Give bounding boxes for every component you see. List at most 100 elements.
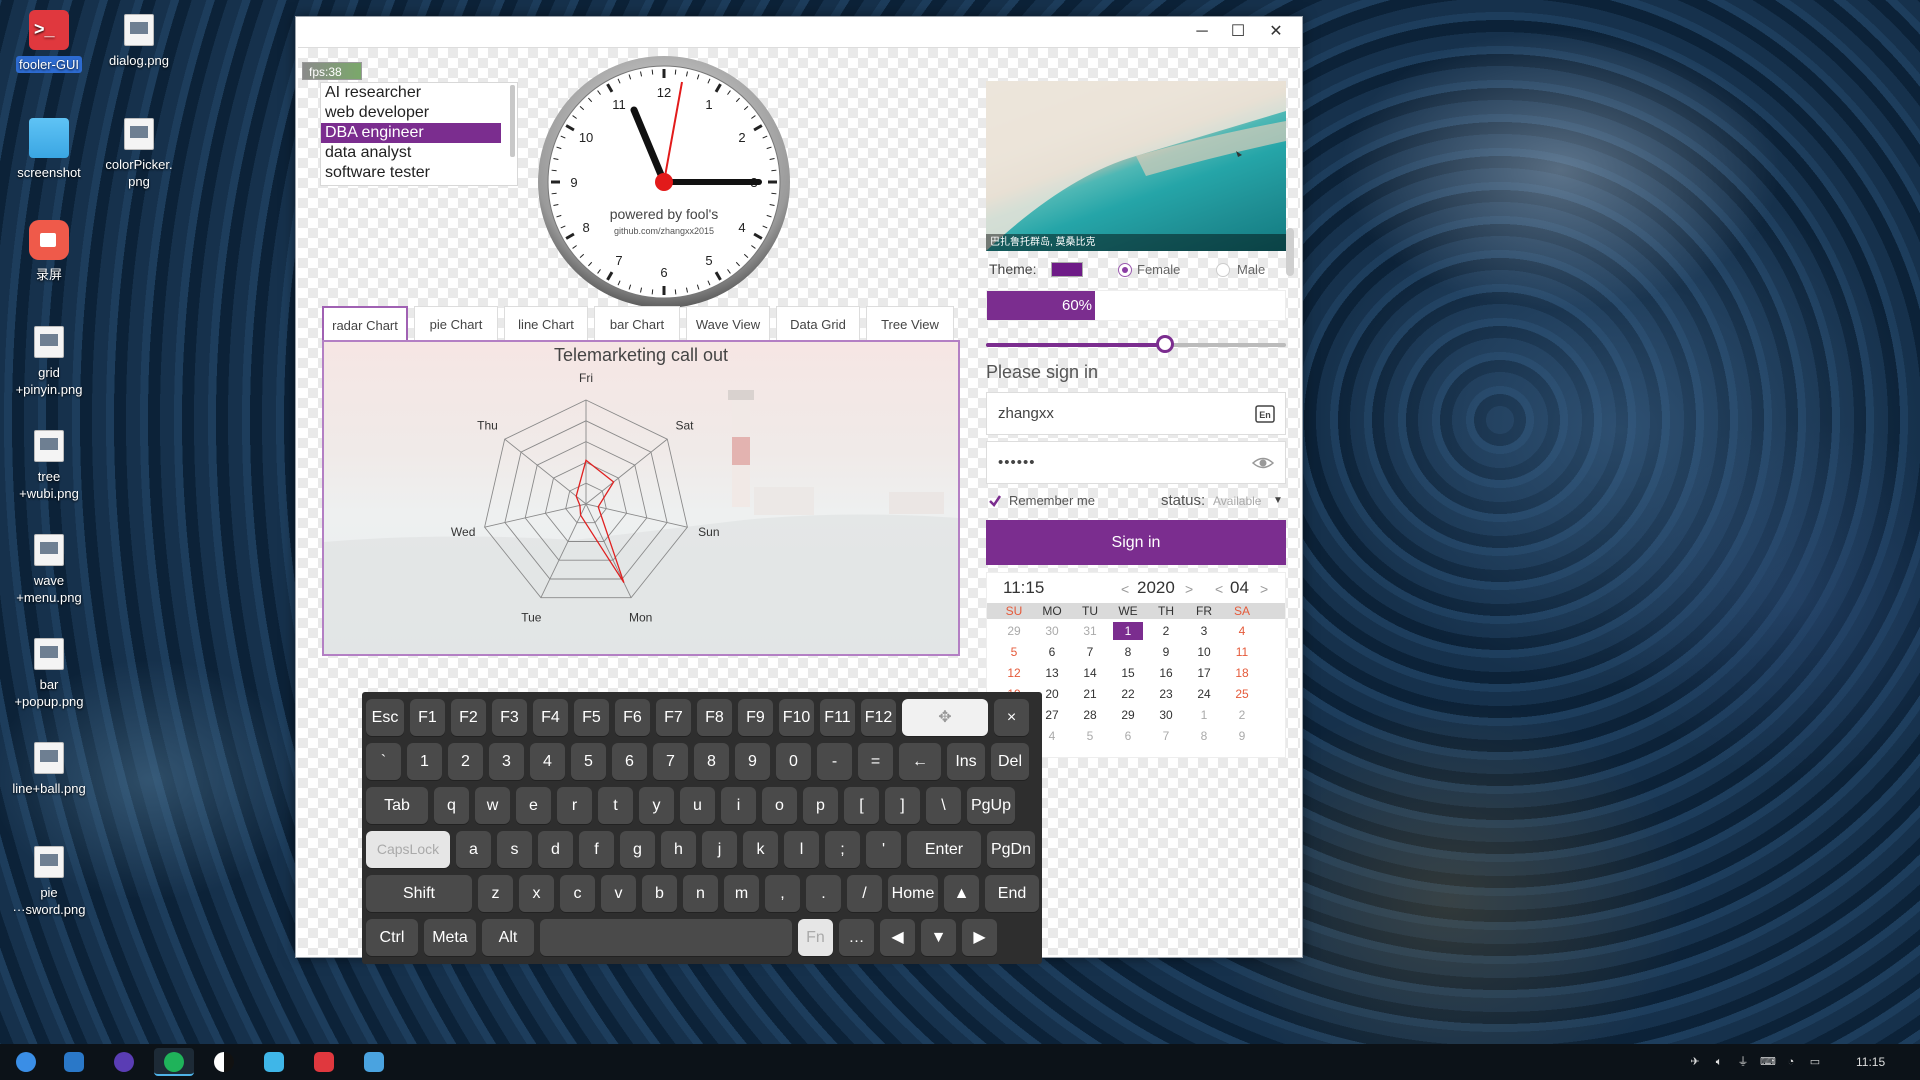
calendar-day[interactable]: 23 [1147, 685, 1185, 703]
key-enter[interactable]: Enter [907, 831, 981, 868]
photo-carousel[interactable]: 巴扎鲁托群岛, 莫桑比克 [986, 81, 1286, 251]
key-1[interactable]: 1 [407, 743, 442, 780]
key-6[interactable]: 6 [612, 743, 647, 780]
key-e[interactable]: e [516, 787, 551, 824]
keyboard-icon[interactable]: ⌨ [1760, 1055, 1776, 1069]
slider[interactable] [986, 334, 1286, 356]
calendar-day[interactable]: 9 [1223, 727, 1261, 745]
key-2[interactable]: 2 [448, 743, 483, 780]
desktop-icon-wave-menu[interactable]: wave +menu.png [4, 534, 94, 606]
key-meta[interactable]: Meta [424, 919, 476, 956]
calendar-day[interactable]: 14 [1071, 664, 1109, 682]
next-year-button[interactable]: > [1185, 581, 1193, 597]
list-item[interactable]: data analyst [321, 143, 501, 163]
show-password-eye-icon[interactable] [1251, 454, 1275, 472]
maximize-button[interactable]: ☐ [1220, 17, 1256, 47]
dropdown-arrow-icon[interactable]: ▼ [1273, 495, 1283, 506]
calendar-day[interactable]: 7 [1147, 727, 1185, 745]
calendar-day[interactable]: 21 [1071, 685, 1109, 703]
calendar-day[interactable]: 29 [995, 622, 1033, 640]
network-app-icon[interactable]: ✈ [1688, 1055, 1702, 1069]
key-r[interactable]: r [557, 787, 592, 824]
files-button[interactable] [354, 1048, 394, 1076]
calendar-day[interactable]: 2 [1147, 622, 1185, 640]
calendar-day[interactable]: 24 [1185, 685, 1223, 703]
key-f5[interactable]: F5 [574, 699, 609, 736]
key-shift[interactable]: Shift [366, 875, 472, 912]
key-f1[interactable]: F1 [410, 699, 445, 736]
next-month-button[interactable]: > [1260, 581, 1268, 597]
key-tab[interactable]: Tab [366, 787, 428, 824]
launcher-button[interactable] [6, 1048, 46, 1076]
key-=[interactable]: = [858, 743, 893, 780]
key-m[interactable]: m [724, 875, 759, 912]
desktop-icon-line-ball[interactable]: line+ball.png [4, 742, 94, 797]
sign-in-button[interactable]: Sign in [986, 520, 1286, 565]
list-item[interactable]: software tester [321, 163, 501, 183]
key-del[interactable]: Del [991, 743, 1029, 780]
list-item[interactable]: AI researcher [321, 83, 501, 103]
key-g[interactable]: g [620, 831, 655, 868]
key-a[interactable]: a [456, 831, 491, 868]
key-▲[interactable]: ▲ [944, 875, 979, 912]
calendar-day[interactable]: 9 [1147, 643, 1185, 661]
taiji-button[interactable] [204, 1048, 244, 1076]
username-field[interactable]: zhangxx En [986, 392, 1286, 435]
key-fn[interactable]: Fn [798, 919, 833, 956]
key-f4[interactable]: F4 [533, 699, 568, 736]
key-f12[interactable]: F12 [861, 699, 896, 736]
key-q[interactable]: q [434, 787, 469, 824]
key-l[interactable]: l [784, 831, 819, 868]
key-][interactable]: ] [885, 787, 920, 824]
calendar-day[interactable]: 1 [1113, 622, 1143, 640]
key-home[interactable]: Home [888, 875, 938, 912]
minimize-button[interactable]: ─ [1184, 17, 1220, 47]
calendar-day[interactable]: 31 [1071, 622, 1109, 640]
calendar-day[interactable]: 30 [1147, 706, 1185, 724]
key-◀[interactable]: ◀ [880, 919, 915, 956]
keyboard-input-icon[interactable]: En [1255, 405, 1275, 423]
vscode-button[interactable] [54, 1048, 94, 1076]
key-\[interactable]: \ [926, 787, 961, 824]
key-esc[interactable]: Esc [366, 699, 404, 736]
desktop-icon-bar-popup[interactable]: bar +popup.png [4, 638, 94, 710]
slider-thumb[interactable] [1156, 335, 1174, 353]
calendar-day[interactable]: 2 [1223, 706, 1261, 724]
key-i[interactable]: i [721, 787, 756, 824]
key-d[interactable]: d [538, 831, 573, 868]
key-s[interactable]: s [497, 831, 532, 868]
key-f3[interactable]: F3 [492, 699, 527, 736]
calendar-day[interactable]: 7 [1071, 643, 1109, 661]
calendar-day[interactable]: 8 [1185, 727, 1223, 745]
list-item-selected[interactable]: DBA engineer [321, 123, 501, 143]
terminal-button[interactable] [304, 1048, 344, 1076]
key-'[interactable]: ' [866, 831, 901, 868]
key-pgdn[interactable]: PgDn [987, 831, 1035, 868]
key-ins[interactable]: Ins [947, 743, 985, 780]
close-button[interactable]: ✕ [1258, 17, 1294, 47]
calendar-day[interactable]: 16 [1147, 664, 1185, 682]
job-listbox[interactable]: AI researcher web developer DBA engineer… [320, 82, 518, 186]
key-p[interactable]: p [803, 787, 838, 824]
battery-icon[interactable]: ▭ [1808, 1055, 1822, 1069]
taskbar-clock[interactable]: 11:15 [1856, 1044, 1885, 1080]
tab-line-chart[interactable]: line Chart [504, 306, 588, 342]
calendar-day[interactable]: 12 [995, 664, 1033, 682]
key-f8[interactable]: F8 [697, 699, 732, 736]
key-f7[interactable]: F7 [656, 699, 691, 736]
key-z[interactable]: z [478, 875, 513, 912]
key-ctrl[interactable]: Ctrl [366, 919, 418, 956]
male-radio[interactable] [1216, 263, 1230, 277]
tab-tree-view[interactable]: Tree View [866, 306, 954, 342]
calendar-day[interactable]: 6 [1033, 643, 1071, 661]
status-select[interactable]: Available [1213, 494, 1261, 508]
key-o[interactable]: o [762, 787, 797, 824]
key-3[interactable]: 3 [489, 743, 524, 780]
key-k[interactable]: k [743, 831, 778, 868]
keyboard-close-button[interactable]: × [994, 699, 1029, 736]
desktop-icon-screenshot[interactable]: screenshot [4, 118, 94, 181]
calendar-day[interactable]: 8 [1109, 643, 1147, 661]
key-,[interactable]: , [765, 875, 800, 912]
key-u[interactable]: u [680, 787, 715, 824]
key-alt[interactable]: Alt [482, 919, 534, 956]
